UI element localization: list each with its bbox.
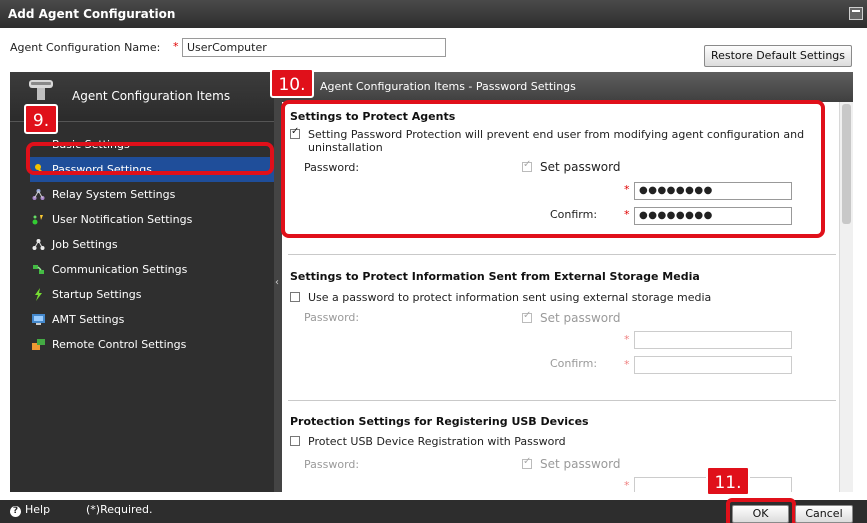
sidebar-item-label: Job Settings xyxy=(52,238,118,251)
usb-password-required-mark: * xyxy=(624,479,630,492)
job-icon xyxy=(32,239,45,250)
config-name-input[interactable] xyxy=(182,38,446,57)
usb-checkbox-row[interactable]: Protect USB Device Registration with Pas… xyxy=(290,435,566,448)
section-divider xyxy=(288,254,836,255)
help-label: Help xyxy=(25,503,51,516)
scrollbar-thumb[interactable] xyxy=(842,104,851,224)
window-titlebar: Add Agent Configuration xyxy=(0,0,867,28)
external-confirm-input[interactable] xyxy=(634,356,792,374)
callout-number-11: 11. xyxy=(706,466,750,496)
sidebar-item-label: Relay System Settings xyxy=(52,188,176,201)
usb-password-label: Password: xyxy=(304,458,360,471)
collapse-arrow-icon[interactable]: ‹ xyxy=(275,277,279,288)
password-label-disabled: Password: xyxy=(304,311,360,324)
sidebar-item-startup-settings[interactable]: Startup Settings xyxy=(10,282,274,307)
callout-highlight-protect-agents xyxy=(281,100,825,238)
sidebar-header-label: Agent Configuration Items xyxy=(72,89,231,103)
help-link[interactable]: ? Help xyxy=(10,503,50,517)
required-note: (*)Required. xyxy=(86,503,153,516)
cancel-button[interactable]: Cancel xyxy=(795,505,853,523)
help-icon: ? xyxy=(10,506,21,517)
usb-set-password-row: Set password xyxy=(522,456,621,471)
section-usb-title: Protection Settings for Registering USB … xyxy=(290,415,589,428)
callout-number-10: 10. xyxy=(270,68,314,98)
remote-control-icon xyxy=(32,339,45,350)
sidebar-item-relay-system-settings[interactable]: Relay System Settings xyxy=(10,182,274,207)
relay-icon xyxy=(32,189,45,200)
section-divider xyxy=(288,400,836,401)
content-header: Agent Configuration Items - Password Set… xyxy=(282,72,853,102)
usb-set-password-checkbox xyxy=(522,456,532,469)
sidebar-item-label: Remote Control Settings xyxy=(52,338,187,351)
usb-set-password-label: Set password xyxy=(540,457,621,471)
startup-icon xyxy=(35,288,42,301)
notification-icon xyxy=(32,215,43,225)
window-title: Add Agent Configuration xyxy=(8,7,176,21)
sidebar-item-label: Communication Settings xyxy=(52,263,188,276)
external-media-checkbox-label: Use a password to protect information se… xyxy=(308,291,712,304)
section-external-media-title: Settings to Protect Information Sent fro… xyxy=(290,270,700,283)
set-password-checkbox-disabled xyxy=(522,310,532,323)
required-mark: * xyxy=(173,40,179,53)
amt-icon xyxy=(32,314,45,325)
sidebar-item-label: Startup Settings xyxy=(52,288,142,301)
sidebar-item-label: AMT Settings xyxy=(52,313,125,326)
callout-number-9: 9. xyxy=(24,104,58,134)
external-media-checkbox[interactable] xyxy=(290,292,300,302)
sidebar-item-amt-settings[interactable]: AMT Settings xyxy=(10,307,274,332)
usb-checkbox[interactable] xyxy=(290,436,300,446)
content-scrollbar[interactable] xyxy=(839,102,853,492)
sidebar-item-label: User Notification Settings xyxy=(52,213,193,226)
communication-icon xyxy=(33,265,44,274)
sidebar-item-user-notification-settings[interactable]: User Notification Settings xyxy=(10,207,274,232)
sidebar-item-job-settings[interactable]: Job Settings xyxy=(10,232,274,257)
maximize-icon[interactable] xyxy=(849,7,863,20)
sidebar: Agent Configuration Items Basic Settings… xyxy=(10,72,274,492)
external-media-checkbox-row[interactable]: Use a password to protect information se… xyxy=(290,291,711,304)
callout-highlight-password-settings xyxy=(26,142,274,175)
sidebar-item-communication-settings[interactable]: Communication Settings xyxy=(10,257,274,282)
confirm-required-mark-disabled: * xyxy=(624,358,630,371)
usb-checkbox-label: Protect USB Device Registration with Pas… xyxy=(308,435,566,448)
set-password-checkbox-row-disabled: Set password xyxy=(522,310,621,325)
config-name-label: Agent Configuration Name: xyxy=(10,41,161,54)
computer-icon xyxy=(29,80,53,100)
set-password-label-disabled: Set password xyxy=(540,311,621,325)
ok-button[interactable]: OK xyxy=(732,505,789,523)
sidebar-item-remote-control-settings[interactable]: Remote Control Settings xyxy=(10,332,274,357)
restore-defaults-button[interactable]: Restore Default Settings xyxy=(704,45,852,67)
external-password-input[interactable] xyxy=(634,331,792,349)
confirm-label-disabled: Confirm: xyxy=(550,357,598,370)
password-required-mark-disabled: * xyxy=(624,333,630,346)
